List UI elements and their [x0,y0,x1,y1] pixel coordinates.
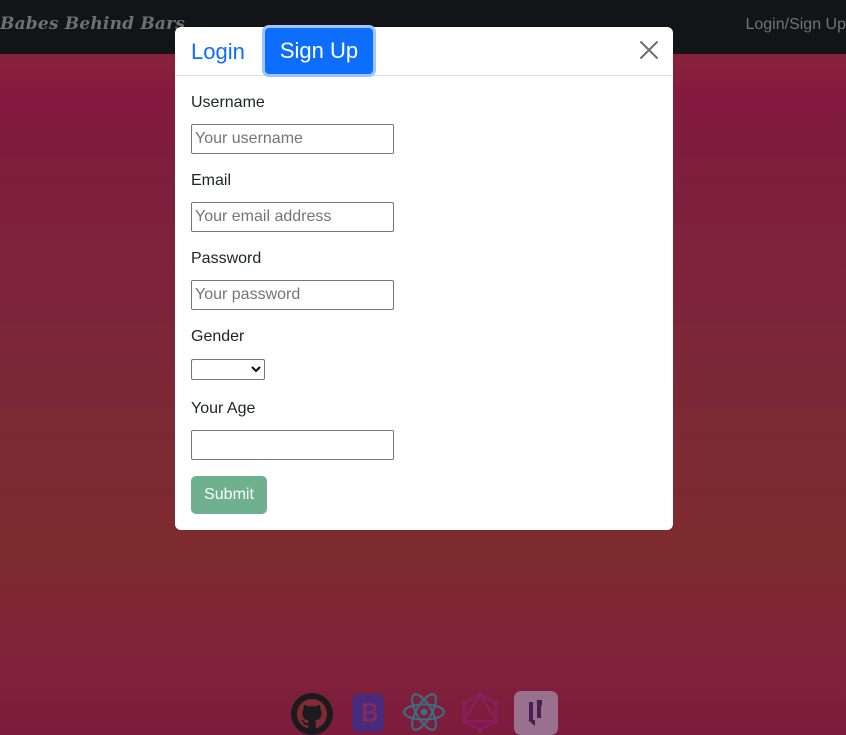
gender-select[interactable] [191,359,265,380]
close-icon[interactable] [639,40,659,60]
tab-signup-label: Sign Up [279,38,359,63]
tab-signup[interactable]: Sign Up [262,25,376,77]
signup-modal: Login Sign Up Username Email Password Ge… [175,25,673,530]
modal-header: Login Sign Up [175,25,673,77]
react-icon[interactable] [402,690,446,735]
heroku-icon[interactable] [514,690,558,735]
password-input[interactable] [191,280,394,310]
tab-login[interactable]: Login [191,39,245,65]
gender-label: Gender [191,328,245,345]
email-input[interactable] [191,202,394,232]
bootstrap-icon[interactable] [346,690,390,735]
github-icon[interactable] [290,690,334,735]
brand-logo[interactable]: Babes Behind Bars [0,14,185,34]
footer-icons [0,690,846,735]
submit-button[interactable]: Submit [191,476,267,514]
login-signup-link[interactable]: Login/Sign Up [745,16,846,34]
password-label: Password [191,250,262,267]
username-input[interactable] [191,124,394,154]
age-input[interactable] [191,430,394,460]
age-label: Your Age [191,400,256,417]
graphql-icon[interactable] [458,690,502,735]
email-label: Email [191,172,232,189]
username-label: Username [191,94,265,111]
